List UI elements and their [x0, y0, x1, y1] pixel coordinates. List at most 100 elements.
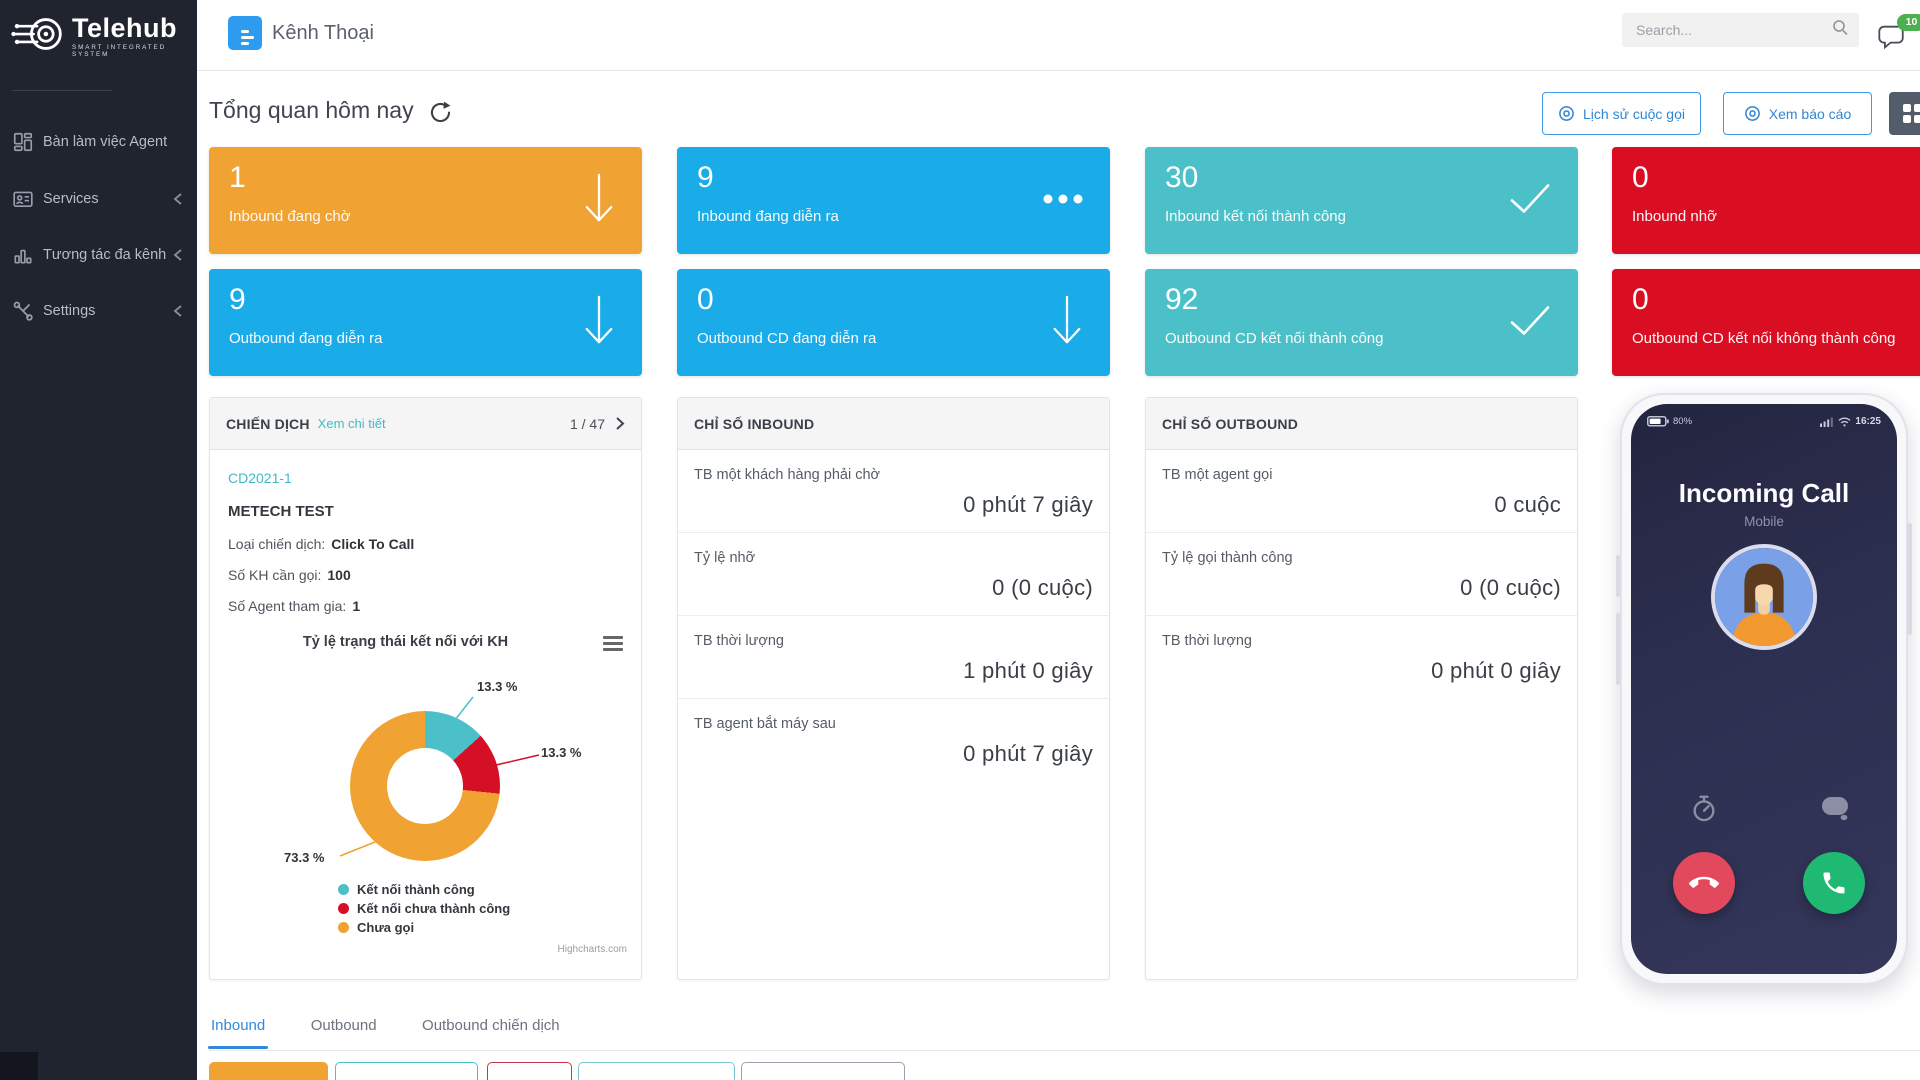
sidebar-item-omnichannel[interactable]: Tương tác đa kênh: [0, 235, 197, 275]
view-report-button[interactable]: Xem báo cáo: [1723, 92, 1872, 135]
phone-side-button: [1616, 555, 1620, 597]
stat-card-inbound-missed[interactable]: 0 Inbound nhỡ: [1612, 147, 1920, 254]
panel-title: CHỈ SỐ OUTBOUND: [1162, 416, 1298, 432]
refresh-icon[interactable]: [428, 100, 453, 125]
telehub-logo[interactable]: Telehub SMART INTEGRATED SYSTEM: [10, 12, 197, 61]
sidebar-footer-accent: [0, 1052, 38, 1080]
bottom-action-button-5[interactable]: [741, 1062, 905, 1080]
sidebar-item-settings[interactable]: Settings: [0, 291, 197, 331]
chevron-right-icon[interactable]: [615, 416, 625, 431]
page-title: Kênh Thoại: [272, 22, 374, 45]
metric-row: TB thời lượng 1 phút 0 giây: [678, 616, 1109, 699]
search-icon[interactable]: [1832, 19, 1849, 41]
id-card-icon: [12, 188, 34, 210]
sidebar-item-label: Bàn làm việc Agent: [43, 134, 167, 150]
check-icon: [1508, 303, 1552, 342]
donut-chart[interactable]: [350, 711, 500, 861]
stat-value: 0: [697, 285, 1090, 315]
legend-item[interactable]: Kết nối chưa thành công: [338, 901, 510, 916]
message-bubble-icon[interactable]: [1820, 795, 1848, 823]
incoming-call-title: Incoming Call: [1631, 478, 1897, 509]
stat-card-outbound-cd-active[interactable]: 0 Outbound CD đang diễn ra: [677, 269, 1110, 376]
sidebar-item-agent-desk[interactable]: Bàn làm việc Agent: [0, 122, 197, 162]
search-input[interactable]: [1622, 22, 1832, 38]
layout-grid-button[interactable]: [1889, 92, 1920, 135]
stat-label: Outbound đang diễn ra: [229, 330, 622, 347]
stat-label: Inbound đang diễn ra: [697, 208, 1090, 225]
grid-icon: [1903, 104, 1920, 123]
wifi-icon: [1838, 417, 1851, 427]
sidebar-item-label: Settings: [43, 303, 95, 319]
legend-item[interactable]: Chưa gọi: [338, 920, 510, 935]
stat-card-inbound-active[interactable]: 9 Inbound đang diễn ra: [677, 147, 1110, 254]
stat-card-inbound-connected[interactable]: 30 Inbound kết nối thành công: [1145, 147, 1578, 254]
phone-screen: 80% 16:25 Incoming Call Mobile: [1631, 404, 1897, 974]
campaign-field: Số Agent tham gia:1: [228, 598, 360, 614]
metric-row: Tỷ lệ gọi thành công 0 (0 cuộc): [1146, 533, 1577, 616]
stat-label: Outbound CD kết nối không thành công: [1632, 330, 1920, 347]
chart-title: Tỷ lệ trạng thái kết nối với KH: [240, 634, 571, 650]
overview-title: Tổng quan hôm nay: [209, 97, 414, 124]
metric-row: TB một khách hàng phải chờ 0 phút 7 giây: [678, 450, 1109, 533]
dashboard-page: Telehub SMART INTEGRATED SYSTEM Bàn làm …: [0, 0, 1920, 1080]
phone-side-button: [1616, 613, 1620, 685]
bar-chart-icon: [12, 244, 34, 266]
panel-title: CHỈ SỐ INBOUND: [694, 416, 814, 432]
panel-title: CHIẾN DỊCH: [226, 416, 310, 432]
stat-label: Inbound đang chờ: [229, 208, 622, 225]
sidebar-item-services[interactable]: Services: [0, 179, 197, 219]
view-detail-link[interactable]: Xem chi tiết: [318, 416, 386, 431]
stat-card-outbound-cd-connected[interactable]: 92 Outbound CD kết nối thành công: [1145, 269, 1578, 376]
tab-outbound-campaign[interactable]: Outbound chiến dịch: [420, 1007, 562, 1048]
bottom-action-button-2[interactable]: [335, 1062, 478, 1080]
check-icon: [1508, 181, 1552, 220]
stat-label: Outbound CD kết nối thành công: [1165, 330, 1558, 347]
battery-percent: 80%: [1673, 416, 1692, 427]
chevron-left-icon: [173, 192, 183, 211]
sidebar: Telehub SMART INTEGRATED SYSTEM Bàn làm …: [0, 0, 197, 1080]
caller-avatar: [1711, 544, 1817, 650]
stat-card-inbound-waiting[interactable]: 1 Inbound đang chờ: [209, 147, 642, 254]
legend-dot: [338, 884, 349, 895]
metric-row: TB thời lượng 0 phút 0 giây: [1146, 616, 1577, 698]
stat-value: 9: [229, 285, 622, 315]
outbound-panel-header: CHỈ SỐ OUTBOUND: [1146, 398, 1577, 450]
legend-item[interactable]: Kết nối thành công: [338, 882, 510, 897]
metric-row: TB agent bắt máy sau 0 phút 7 giây: [678, 699, 1109, 781]
highcharts-credit[interactable]: Highcharts.com: [558, 944, 627, 955]
battery-icon: [1647, 416, 1669, 427]
stat-label: Inbound kết nối thành công: [1165, 208, 1558, 225]
slice-label: 13.3 %: [541, 745, 581, 760]
brand-tagline: SMART INTEGRATED SYSTEM: [72, 45, 197, 58]
search-box: [1622, 13, 1859, 47]
stat-card-outbound-cd-failed[interactable]: 0 Outbound CD kết nối không thành công: [1612, 269, 1920, 376]
tab-inbound[interactable]: Inbound: [209, 1007, 267, 1048]
call-history-button[interactable]: Lịch sử cuộc gọi: [1542, 92, 1701, 135]
chart-menu-icon[interactable]: [603, 636, 623, 654]
bottom-action-button-4[interactable]: [578, 1062, 735, 1080]
tab-outbound[interactable]: Outbound: [309, 1007, 379, 1048]
metric-row: Tỷ lệ nhỡ 0 (0 cuộc): [678, 533, 1109, 616]
stat-value: 0: [1632, 285, 1920, 315]
call-icon: [1820, 869, 1848, 897]
campaign-name: METECH TEST: [228, 503, 334, 520]
stat-card-outbound-active[interactable]: 9 Outbound đang diễn ra: [209, 269, 642, 376]
ellipsis-icon: [1042, 192, 1084, 210]
campaign-code-link[interactable]: CD2021-1: [228, 470, 292, 486]
bottom-action-button-3[interactable]: [487, 1062, 572, 1080]
stat-value: 1: [229, 163, 622, 193]
campaign-pagination: 1 / 47: [570, 416, 605, 432]
inbound-panel-header: CHỈ SỐ INBOUND: [678, 398, 1109, 450]
bottom-action-button-1[interactable]: [209, 1062, 328, 1080]
top-header: Kênh Thoại 10: [197, 0, 1920, 71]
accept-call-button[interactable]: [1803, 852, 1865, 914]
phone-mockup: 80% 16:25 Incoming Call Mobile: [1620, 393, 1908, 985]
down-arrow-icon: [582, 292, 616, 353]
menu-toggle-button[interactable]: [228, 16, 262, 50]
tools-icon: [12, 300, 34, 322]
legend-dot: [338, 903, 349, 914]
chat-notifications[interactable]: 10: [1876, 22, 1920, 62]
stopwatch-icon[interactable]: [1690, 795, 1718, 823]
decline-call-button[interactable]: [1673, 852, 1735, 914]
chevron-left-icon: [173, 304, 183, 323]
